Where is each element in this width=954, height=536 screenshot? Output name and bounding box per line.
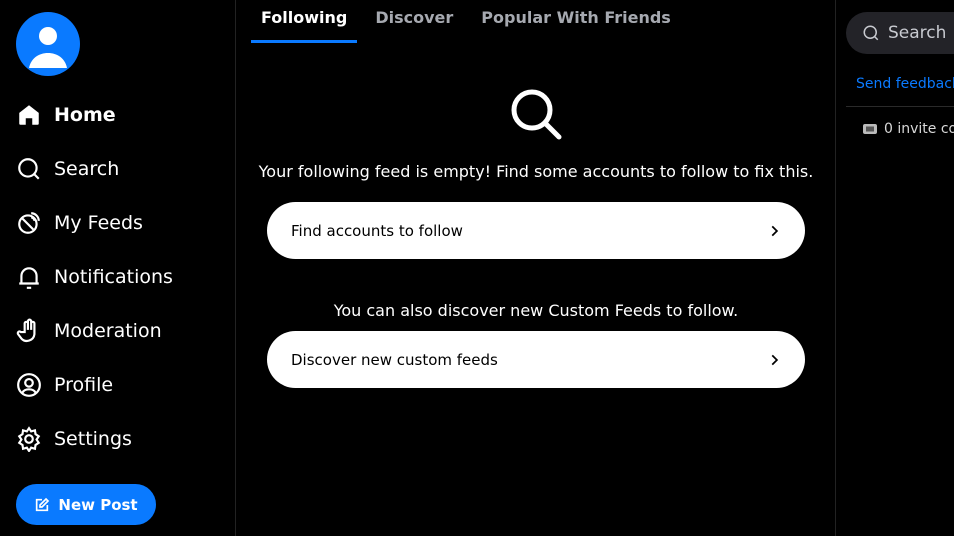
sidebar-item-search[interactable]: Search xyxy=(16,142,173,196)
home-icon xyxy=(19,105,39,125)
sidebar-item-label: Search xyxy=(54,158,120,180)
sidebar-item-label: Notifications xyxy=(54,266,173,288)
sidebar-item-profile[interactable]: Profile xyxy=(16,358,173,412)
send-feedback-link[interactable]: Send feedback xyxy=(856,76,954,92)
profile-icon xyxy=(17,373,41,397)
chevron-right-icon xyxy=(771,354,779,365)
avatar[interactable] xyxy=(16,12,80,76)
compose-icon xyxy=(36,497,50,511)
empty-feed-message: Your following feed is empty! Find some … xyxy=(258,162,814,181)
sidebar-item-label: My Feeds xyxy=(54,212,143,234)
sidebar-item-moderation[interactable]: Moderation xyxy=(16,304,173,358)
ticket-icon xyxy=(863,124,877,134)
new-post-label: New Post xyxy=(58,495,138,514)
right-sidebar: Search Send feedback 0 invite co xyxy=(836,0,954,536)
search-icon xyxy=(511,89,562,140)
tab-popular-with-friends[interactable]: Popular With Friends xyxy=(471,0,681,43)
hand-icon xyxy=(16,318,36,342)
main-feed: Following Discover Popular With Friends … xyxy=(236,0,836,536)
discover-message: You can also discover new Custom Feeds t… xyxy=(333,301,739,320)
feed-tabs: Following Discover Popular With Friends xyxy=(251,0,689,43)
sidebar-nav: Home Search My Feeds Notifications Moder… xyxy=(16,88,173,466)
invite-codes-label: 0 invite co xyxy=(884,121,954,137)
find-accounts-button[interactable]: Find accounts to follow xyxy=(267,202,805,259)
search-input[interactable]: Search xyxy=(846,12,954,54)
discover-feeds-label: Discover new custom feeds xyxy=(291,350,498,369)
search-placeholder: Search xyxy=(888,23,947,43)
sidebar-item-home[interactable]: Home xyxy=(16,88,173,142)
new-post-button[interactable]: New Post xyxy=(16,484,156,525)
chevron-right-icon xyxy=(771,225,779,236)
bell-icon xyxy=(19,267,39,289)
tab-following[interactable]: Following xyxy=(251,0,358,43)
discover-feeds-button[interactable]: Discover new custom feeds xyxy=(267,331,805,388)
sidebar-item-label: Profile xyxy=(54,374,114,396)
search-icon xyxy=(18,158,40,180)
invite-codes-link[interactable]: 0 invite co xyxy=(862,121,954,137)
left-sidebar: Home Search My Feeds Notifications Moder… xyxy=(0,0,236,536)
sidebar-item-label: Settings xyxy=(54,428,132,450)
sidebar-item-my-feeds[interactable]: My Feeds xyxy=(16,196,173,250)
sidebar-item-label: Home xyxy=(54,104,116,126)
find-accounts-label: Find accounts to follow xyxy=(291,221,463,240)
divider xyxy=(846,106,954,107)
search-icon xyxy=(863,25,879,41)
tab-discover[interactable]: Discover xyxy=(365,0,463,43)
sidebar-item-label: Moderation xyxy=(54,320,162,342)
sidebar-item-settings[interactable]: Settings xyxy=(16,412,173,466)
feeds-icon xyxy=(18,212,40,234)
sidebar-item-notifications[interactable]: Notifications xyxy=(16,250,173,304)
gear-icon xyxy=(17,426,41,452)
